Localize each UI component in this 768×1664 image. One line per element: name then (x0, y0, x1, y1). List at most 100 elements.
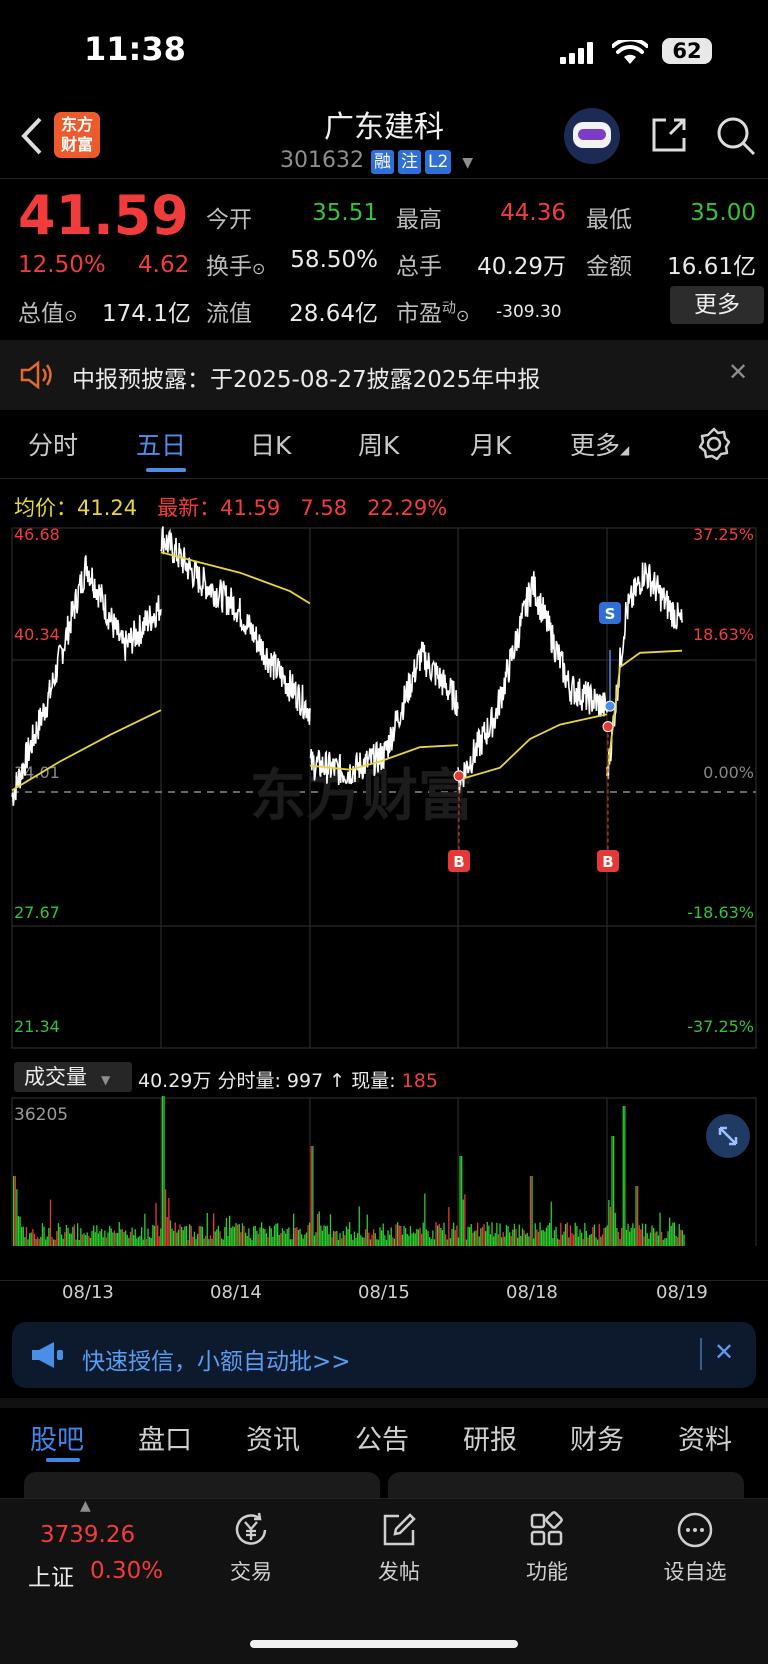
volume-bar (505, 1225, 508, 1246)
volume-bar (643, 1236, 645, 1246)
volume-bar (238, 1224, 240, 1246)
volume-bar (605, 1227, 607, 1246)
open-value: 35.51 (312, 200, 378, 226)
nav-functions[interactable]: 功能 (492, 1510, 602, 1586)
tab-more[interactable]: 更多◢ (570, 426, 629, 462)
nav-post[interactable]: 发帖 (344, 1510, 454, 1586)
volume-bar (153, 1225, 156, 1246)
nav-trade[interactable]: 交易 (196, 1510, 306, 1586)
tab-research[interactable]: 研报 (463, 1418, 517, 1457)
volume-bar (357, 1233, 359, 1246)
volume-bar (176, 1232, 178, 1246)
avg-price: 41.24 (77, 496, 138, 520)
volume-bar (336, 1230, 338, 1246)
volume-bar (382, 1223, 384, 1246)
volume-bar (304, 1234, 306, 1246)
volume-bar (19, 1216, 21, 1246)
volume-bar (545, 1227, 548, 1246)
volume-bar (568, 1237, 570, 1246)
close-icon[interactable]: ✕ (728, 358, 748, 386)
buy-marker-label: B (602, 853, 613, 871)
volume-bar (353, 1231, 356, 1246)
volume-bar (345, 1226, 348, 1246)
volume-bar (425, 1229, 428, 1246)
tab-daily-k[interactable]: 日K (250, 426, 291, 462)
expand-icon[interactable] (706, 1114, 750, 1158)
nav-add-watchlist[interactable]: 设自选 (640, 1510, 750, 1586)
volume-bar (38, 1239, 40, 1246)
volume-bar (449, 1238, 452, 1246)
price-chart[interactable]: 东方财富 46.6840.3434.0127.6721.34 37.25%18.… (0, 520, 768, 1060)
tab-news[interactable]: 资讯 (246, 1418, 300, 1457)
volume-bar (81, 1234, 84, 1246)
volume-bar (645, 1224, 647, 1246)
y-axis-right-label: 37.25% (693, 525, 754, 544)
volume-now: 185 (401, 1070, 438, 1092)
buy-point (602, 721, 614, 733)
volume-bar (283, 1231, 285, 1246)
volume-bar (675, 1235, 677, 1246)
volume-bar (24, 1237, 26, 1246)
robot-avatar-icon[interactable] (564, 108, 620, 164)
tab-finance[interactable]: 财务 (570, 1418, 624, 1457)
volume-bar (302, 1238, 304, 1246)
float-label: 流值 (206, 301, 252, 327)
volume-bar (408, 1235, 410, 1246)
tab-forum[interactable]: 股吧 (30, 1418, 84, 1457)
volume-bar (552, 1238, 554, 1246)
volume-bar (477, 1222, 479, 1246)
battery-indicator: 62 (662, 38, 712, 64)
low-value: 35.00 (690, 200, 756, 226)
mktcap-label: 总值⊙ (18, 301, 78, 327)
promo-text[interactable]: 快速授信，小额自动批>> (82, 1342, 351, 1376)
settings-gear-icon[interactable] (696, 426, 732, 462)
volume-bar (120, 1229, 122, 1246)
tag-attention: 注 (397, 150, 421, 174)
volume-bar (200, 1226, 202, 1246)
volume-bar (497, 1234, 500, 1246)
volume-bar (553, 1230, 556, 1246)
index-pct[interactable]: 0.30% (90, 1558, 163, 1584)
volume-bar (659, 1212, 661, 1246)
volume-bar (649, 1232, 652, 1246)
volume-bar (198, 1225, 200, 1246)
volume-indicator-select[interactable]: 成交量 ▼ (14, 1062, 132, 1092)
stock-subtitle[interactable]: 301632 融注 L2 ▼ (280, 148, 473, 174)
tab-weekly-k[interactable]: 周K (358, 426, 399, 462)
volume-bar (584, 1223, 586, 1246)
volume-bar (638, 1225, 640, 1246)
banner-close-icon[interactable]: ✕ (714, 1338, 734, 1366)
volume-bar (409, 1226, 412, 1246)
tab-order-book[interactable]: 盘口 (138, 1418, 192, 1457)
tab-announcements[interactable]: 公告 (355, 1418, 409, 1457)
volume-chart[interactable]: 36205 (0, 1096, 768, 1246)
volume-bar (579, 1229, 581, 1246)
tab-five-day[interactable]: 五日 (136, 426, 186, 462)
volume-bar (430, 1239, 432, 1246)
more-button[interactable]: 更多 (670, 286, 764, 324)
volume-bar (672, 1222, 674, 1246)
volume-bar (222, 1239, 224, 1246)
volume-bar (389, 1234, 391, 1246)
tab-intraday[interactable]: 分时 (28, 426, 78, 462)
volume-bar (286, 1229, 288, 1246)
index-name[interactable]: 上证 (28, 1558, 74, 1592)
volume-info: 40.29万 分时量: 997 ↑ 现量: 185 (138, 1070, 438, 1092)
volume-bar (608, 1200, 610, 1246)
tab-monthly-k[interactable]: 月K (470, 426, 511, 462)
volume-bar (480, 1228, 482, 1246)
index-value[interactable]: 3739.26 (40, 1522, 135, 1548)
volume-bar (243, 1226, 245, 1246)
volume-bar (262, 1228, 264, 1246)
volume-bar (93, 1225, 95, 1246)
volume-bar (451, 1228, 453, 1246)
volume-bar (563, 1231, 565, 1246)
search-icon[interactable] (714, 114, 758, 158)
tab-profile[interactable]: 资料 (678, 1418, 732, 1457)
share-icon[interactable] (648, 114, 690, 156)
volume-bar (621, 1227, 623, 1246)
volume-bar (125, 1230, 127, 1246)
volume-bar (269, 1225, 271, 1246)
volume-bar (534, 1223, 536, 1246)
volume-bar (536, 1229, 538, 1246)
